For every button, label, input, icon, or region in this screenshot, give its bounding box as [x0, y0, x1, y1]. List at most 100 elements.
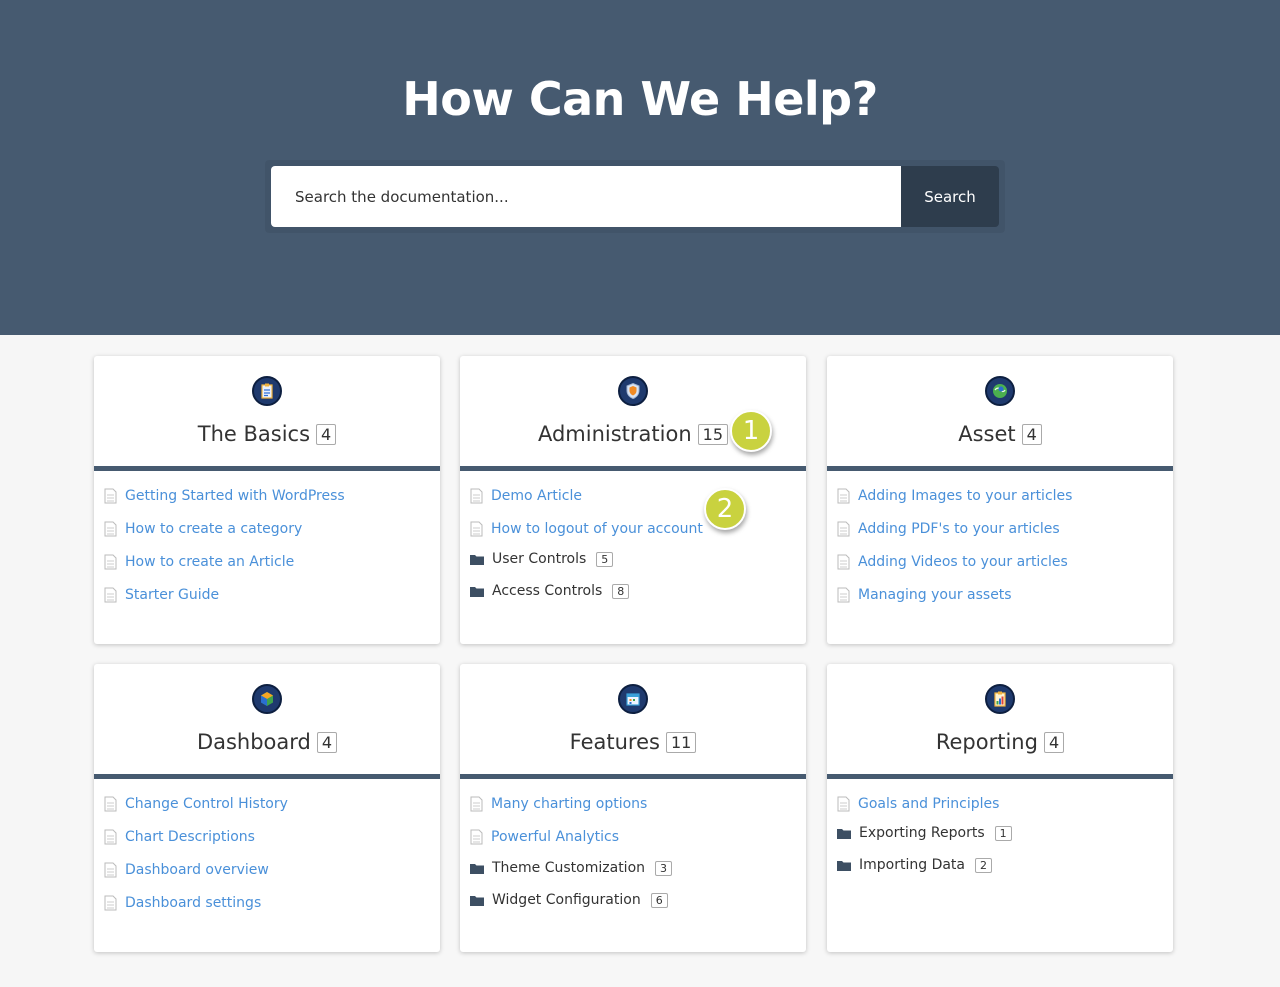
- list-item: How to create a category: [104, 512, 434, 545]
- folder-icon: [837, 828, 851, 839]
- card-divider: [94, 466, 440, 471]
- card-title[interactable]: Asset: [958, 422, 1015, 446]
- list-item: Starter Guide: [104, 578, 434, 611]
- category-card-administration: Administration 15 Demo Article How to log…: [460, 356, 806, 644]
- subcategory-count-badge: 5: [596, 551, 614, 567]
- document-icon: [104, 829, 117, 844]
- card-title[interactable]: Reporting: [936, 730, 1038, 754]
- article-list: Change Control History Chart Description…: [104, 787, 434, 919]
- article-link[interactable]: Starter Guide: [125, 587, 219, 603]
- search-box: [271, 166, 901, 227]
- document-icon: [104, 488, 117, 503]
- folder-icon: [470, 554, 484, 565]
- document-icon: [470, 521, 483, 536]
- document-icon: [837, 521, 850, 536]
- list-item[interactable]: Theme Customization 3: [470, 852, 800, 884]
- list-item[interactable]: Importing Data 2: [837, 849, 1167, 881]
- article-link[interactable]: Chart Descriptions: [125, 829, 255, 845]
- card-header: Dashboard 4: [94, 730, 440, 760]
- list-item[interactable]: Exporting Reports 1: [837, 817, 1167, 849]
- list-item: Many charting options: [470, 787, 800, 820]
- list-item: Adding Videos to your articles: [837, 545, 1167, 578]
- list-item: How to create an Article: [104, 545, 434, 578]
- article-link[interactable]: Goals and Principles: [858, 796, 999, 812]
- document-icon: [837, 488, 850, 503]
- subcategory-count-badge: 8: [612, 583, 630, 599]
- list-item: Getting Started with WordPress: [104, 479, 434, 512]
- document-icon: [470, 829, 483, 844]
- card-header: The Basics 4: [94, 422, 440, 452]
- article-link[interactable]: Change Control History: [125, 796, 288, 812]
- category-card-asset: Asset 4 Adding Images to your articles Ad…: [827, 356, 1173, 644]
- globe-icon: [985, 376, 1015, 406]
- subcategory-count-badge: 2: [975, 857, 992, 873]
- callout-marker-1: 1: [730, 410, 772, 452]
- article-link[interactable]: Dashboard settings: [125, 895, 261, 911]
- list-item: Adding PDF's to your articles: [837, 512, 1167, 545]
- subcategory-label: Importing Data: [859, 857, 965, 873]
- article-link[interactable]: Demo Article: [491, 488, 582, 504]
- article-link[interactable]: How to create an Article: [125, 554, 294, 570]
- article-count-badge: 11: [665, 731, 697, 753]
- folder-icon: [470, 863, 484, 874]
- article-list: Many charting options Powerful Analytics: [470, 787, 800, 853]
- document-icon: [104, 587, 117, 602]
- card-header: Features 11: [460, 730, 806, 760]
- card-divider: [460, 466, 806, 471]
- card-title[interactable]: The Basics: [198, 422, 310, 446]
- article-link[interactable]: Managing your assets: [858, 587, 1012, 603]
- cube-icon: [252, 684, 282, 714]
- list-item[interactable]: Access Controls 8: [470, 575, 800, 607]
- card-header: Asset 4: [827, 422, 1173, 452]
- card-title[interactable]: Dashboard: [197, 730, 311, 754]
- shield-icon: [618, 376, 648, 406]
- subcategory-count-badge: 6: [650, 892, 668, 908]
- list-item: Dashboard overview: [104, 853, 434, 886]
- chart-clipboard-icon: [985, 684, 1015, 714]
- category-card-the-basics: The Basics 4 Getting Started with WordPre…: [94, 356, 440, 644]
- document-icon: [104, 895, 117, 910]
- article-link[interactable]: Many charting options: [491, 796, 647, 812]
- calendar-icon: [618, 684, 648, 714]
- subcategory-count-badge: 3: [655, 860, 673, 876]
- subcategory-label: User Controls: [492, 551, 587, 567]
- search-button[interactable]: Search: [901, 166, 999, 227]
- list-item: Change Control History: [104, 787, 434, 820]
- subcategory-label: Exporting Reports: [859, 825, 985, 841]
- search-input[interactable]: [271, 166, 901, 227]
- category-grid: The Basics 4 Getting Started with WordPre…: [70, 337, 1210, 987]
- article-list: Getting Started with WordPress How to cr…: [104, 479, 434, 611]
- card-title[interactable]: Features: [570, 730, 660, 754]
- article-link[interactable]: Adding Videos to your articles: [858, 554, 1068, 570]
- document-icon: [470, 488, 483, 503]
- card-divider: [94, 774, 440, 779]
- article-link[interactable]: Getting Started with WordPress: [125, 488, 345, 504]
- list-item[interactable]: Widget Configuration 6: [470, 884, 800, 916]
- document-icon: [837, 554, 850, 569]
- article-count-badge: 4: [316, 423, 337, 445]
- document-icon: [104, 521, 117, 536]
- article-link[interactable]: Dashboard overview: [125, 862, 269, 878]
- article-list: Demo Article How to logout of your accou…: [470, 479, 800, 545]
- article-link[interactable]: Adding Images to your articles: [858, 488, 1072, 504]
- article-list: Adding Images to your articles Adding PD…: [837, 479, 1167, 611]
- card-title[interactable]: Administration: [538, 422, 692, 446]
- article-link[interactable]: Adding PDF's to your articles: [858, 521, 1060, 537]
- article-link[interactable]: How to logout of your account: [491, 521, 703, 537]
- subcategory-label: Widget Configuration: [492, 892, 641, 908]
- list-item[interactable]: User Controls 5: [470, 543, 800, 575]
- subcategory-label: Access Controls: [492, 583, 603, 599]
- article-link[interactable]: Powerful Analytics: [491, 829, 619, 845]
- list-item: Managing your assets: [837, 578, 1167, 611]
- article-count-badge: 4: [1021, 423, 1042, 445]
- callout-marker-2: 2: [704, 488, 746, 530]
- subcategory-count-badge: 1: [994, 825, 1012, 841]
- category-card-reporting: Reporting 4 Goals and Principles Exportin…: [827, 664, 1173, 952]
- list-item: Chart Descriptions: [104, 820, 434, 853]
- card-divider: [827, 466, 1173, 471]
- article-count-badge: 4: [316, 731, 338, 753]
- article-count-badge: 15: [697, 423, 729, 445]
- list-item: Demo Article: [470, 479, 800, 512]
- document-icon: [837, 796, 850, 811]
- article-link[interactable]: How to create a category: [125, 521, 302, 537]
